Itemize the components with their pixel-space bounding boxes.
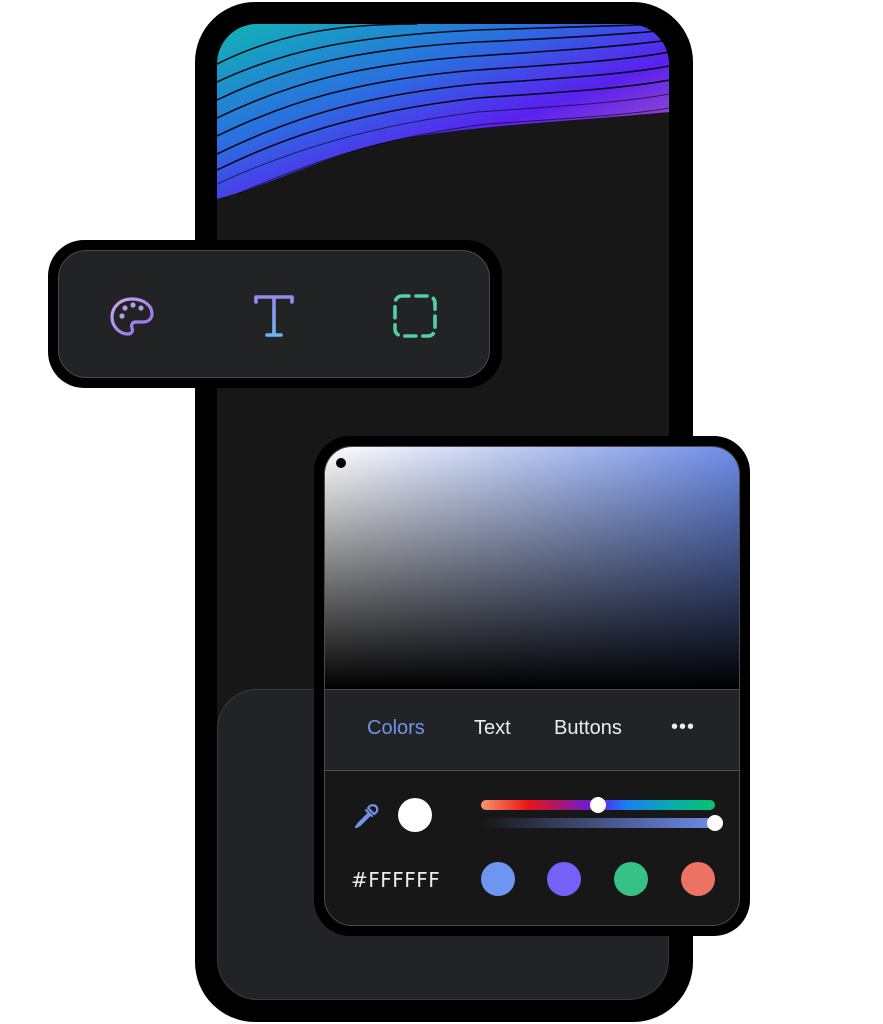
tab-buttons[interactable]: Buttons	[554, 717, 622, 740]
preset-color-swatch[interactable]	[481, 862, 515, 896]
opacity-slider-thumb[interactable]	[707, 815, 723, 831]
color-picker-panel: Colors Text Buttons ••• #FFFFFF	[314, 436, 750, 936]
current-color-swatch	[398, 798, 432, 832]
opacity-slider[interactable]	[481, 815, 723, 831]
eyedropper-icon[interactable]	[351, 801, 381, 831]
palette-icon	[110, 297, 154, 336]
text-tool-button[interactable]	[247, 289, 301, 343]
selection-tool-button[interactable]	[388, 289, 442, 343]
tab-colors[interactable]: Colors	[367, 717, 425, 740]
preset-color-swatch[interactable]	[547, 862, 581, 896]
color-controls: #FFFFFF	[325, 771, 739, 925]
text-icon	[254, 295, 294, 337]
preset-color-swatch[interactable]	[681, 862, 715, 896]
hue-slider-thumb[interactable]	[590, 797, 606, 813]
preset-color-swatch[interactable]	[614, 862, 648, 896]
floating-toolbar	[48, 240, 502, 388]
saturation-value-area[interactable]	[325, 447, 739, 689]
saturation-value-handle[interactable]	[336, 458, 346, 468]
header-wave-art	[217, 24, 669, 199]
palette-tool-button[interactable]	[105, 289, 159, 343]
more-options-button[interactable]: •••	[671, 716, 695, 739]
hue-slider[interactable]	[481, 797, 715, 813]
toolbar-panel	[58, 250, 490, 378]
tab-text[interactable]: Text	[474, 717, 511, 740]
selection-icon	[393, 294, 437, 338]
color-picker-body: Colors Text Buttons ••• #FFFFFF	[324, 446, 740, 926]
picker-tabs: Colors Text Buttons •••	[325, 689, 739, 771]
hex-value-input[interactable]: #FFFFFF	[351, 868, 440, 892]
